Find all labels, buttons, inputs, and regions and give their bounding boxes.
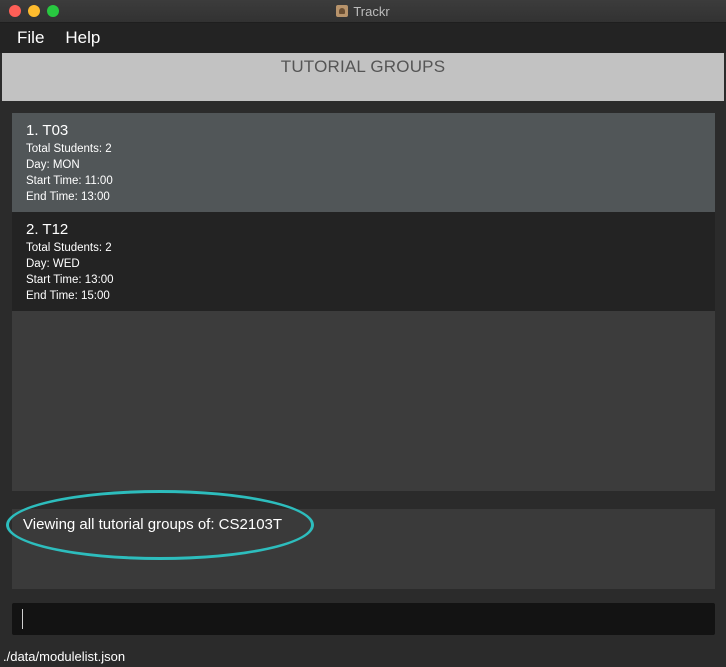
result-display: Viewing all tutorial groups of: CS2103T (12, 509, 715, 589)
app-icon (336, 5, 349, 17)
status-bar: ./data/modulelist.json (0, 645, 726, 667)
tutorial-group-card[interactable]: 1. T03 Total Students: 2 Day: MON Start … (12, 113, 715, 212)
total-students-label: Total Students: 2 (26, 143, 112, 155)
menu-file[interactable]: File (17, 28, 44, 48)
start-time-label: Start Time: 11:00 (26, 175, 113, 187)
panel-header: TUTORIAL GROUPS (2, 53, 724, 101)
tutorial-group-list[interactable]: 1. T03 Total Students: 2 Day: MON Start … (12, 113, 715, 491)
command-input[interactable] (12, 603, 715, 635)
data-file-path: ./data/modulelist.json (3, 649, 126, 664)
day-label: Day: WED (26, 258, 80, 270)
tutorial-group-title: 2. T12 (26, 221, 69, 238)
menu-bar: File Help (0, 23, 726, 53)
menu-help[interactable]: Help (65, 28, 100, 48)
result-message: Viewing all tutorial groups of: CS2103T (23, 516, 283, 533)
tutorial-group-card[interactable]: 2. T12 Total Students: 2 Day: WED Start … (12, 212, 715, 311)
end-time-label: End Time: 13:00 (26, 191, 110, 203)
total-students-label: Total Students: 2 (26, 242, 112, 254)
app-window: Trackr File Help TUTORIAL GROUPS 1. T03 … (0, 0, 726, 667)
command-box[interactable] (12, 603, 715, 635)
window-title: Trackr (353, 3, 390, 19)
window-title-container: Trackr (0, 0, 726, 22)
panel-title: TUTORIAL GROUPS (280, 57, 446, 76)
title-bar[interactable]: Trackr (0, 0, 726, 23)
text-cursor (22, 609, 23, 629)
start-time-label: Start Time: 13:00 (26, 274, 114, 286)
end-time-label: End Time: 15:00 (26, 290, 110, 302)
tutorial-group-title: 1. T03 (26, 122, 69, 139)
day-label: Day: MON (26, 159, 80, 171)
